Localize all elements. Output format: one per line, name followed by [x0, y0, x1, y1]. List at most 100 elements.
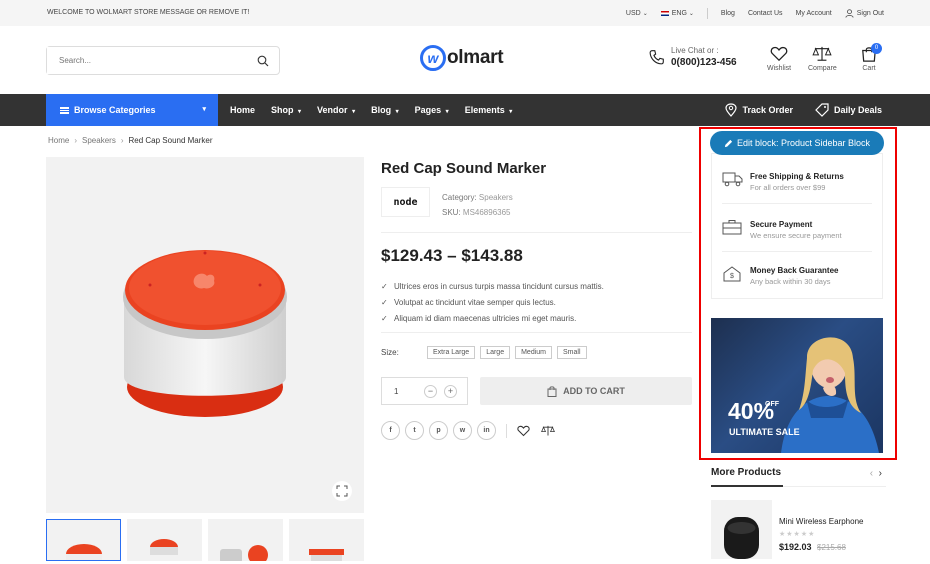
pinterest-icon[interactable]: p	[429, 421, 448, 440]
live-chat[interactable]: Live Chat or : 0(800)123-456	[648, 46, 737, 68]
currency-selector[interactable]: USD ⌄	[626, 10, 648, 17]
phone-number: 0(800)123-456	[671, 57, 737, 68]
breadcrumb-separator: ›	[120, 136, 124, 145]
breadcrumb: Home › Speakers › Red Cap Sound Marker	[48, 136, 213, 145]
edit-block-button[interactable]: Edit block: Product Sidebar Block	[710, 131, 884, 155]
add-to-cart-button[interactable]: ADD TO CART	[480, 377, 692, 405]
site-logo[interactable]: w olmart	[420, 45, 504, 71]
chevron-down-icon: ▾	[202, 106, 206, 113]
thumbnail-4[interactable]	[289, 519, 364, 561]
social-share: f t p w in	[381, 421, 555, 440]
facebook-icon[interactable]: f	[381, 421, 400, 440]
wishlist-button[interactable]: Wishlist	[767, 46, 791, 72]
quantity-increase-button[interactable]: +	[444, 385, 457, 398]
language-selector[interactable]: ENG ⌄	[660, 10, 694, 17]
cart-button[interactable]: 0 Cart	[860, 43, 882, 72]
feature-item: ✓ Ultrices eros in cursus turpis massa ti…	[381, 278, 604, 294]
truck-icon	[722, 172, 743, 187]
my-account-link[interactable]: My Account	[796, 10, 832, 17]
product-thumbnail[interactable]	[711, 500, 772, 559]
compare-label: Compare	[808, 65, 837, 72]
browse-categories-button[interactable]: Browse Categories ▾	[46, 94, 218, 126]
feature-text: Aliquam id diam maecenas ultricies mi eg…	[394, 313, 577, 323]
chevron-down-icon: ▾	[298, 109, 302, 115]
thumbnail-1[interactable]	[46, 519, 121, 561]
nav-vendor-label: Vendor	[317, 105, 348, 115]
size-option-small[interactable]: Small	[557, 346, 587, 359]
whatsapp-icon[interactable]: w	[453, 421, 472, 440]
compare-scale-icon[interactable]	[541, 425, 555, 437]
quantity-decrease-button[interactable]: −	[424, 385, 437, 398]
size-selector: Size: Extra Large Large Medium Small	[381, 346, 592, 359]
cart-count-badge: 0	[871, 43, 882, 54]
product-main-image[interactable]	[46, 157, 364, 513]
track-order-label: Track Order	[742, 105, 793, 115]
sku-value: MS46896365	[462, 208, 511, 217]
twitter-icon[interactable]: t	[405, 421, 424, 440]
product-name[interactable]: Mini Wireless Earphone	[779, 517, 863, 526]
nav-elements-label: Elements	[464, 105, 505, 115]
nav-shop-label: Shop	[271, 105, 294, 115]
sign-out-link[interactable]: Sign Out	[845, 9, 884, 18]
quantity-input[interactable]: 1	[394, 387, 398, 396]
size-label: Size:	[381, 348, 399, 357]
divider	[706, 8, 708, 19]
more-products-title: More Products	[711, 467, 782, 478]
heart-icon[interactable]	[517, 425, 530, 437]
top-bar: WELCOME TO WOLMART STORE MESSAGE OR REMO…	[0, 0, 930, 26]
blog-link[interactable]: Blog	[721, 10, 735, 17]
nav-shop[interactable]: Shop ▾	[271, 105, 301, 115]
divider	[381, 232, 692, 233]
divider	[381, 332, 692, 333]
nav-elements[interactable]: Elements ▾	[465, 105, 513, 115]
product-old-price: $215.68	[817, 543, 846, 552]
chevron-left-icon[interactable]: ‹	[870, 468, 873, 479]
uk-flag-icon	[660, 10, 669, 16]
banner-off: OFF	[765, 401, 779, 408]
daily-deals-link[interactable]: Daily Deals	[815, 103, 882, 117]
nav-vendor[interactable]: Vendor ▾	[317, 105, 355, 115]
divider	[506, 423, 507, 438]
service-item: Free Shipping & Returns For all orders ov…	[722, 160, 872, 204]
banner-sale-text: ULTIMATE SALE	[729, 427, 800, 437]
search-icon[interactable]	[257, 55, 269, 67]
size-option-medium[interactable]: Medium	[515, 346, 552, 359]
promo-banner[interactable]: 40% OFF ULTIMATE SALE	[711, 318, 883, 453]
chevron-right-icon[interactable]: ›	[879, 468, 882, 479]
browse-categories-label: Browse Categories	[74, 105, 156, 115]
nav-home[interactable]: Home	[230, 105, 255, 115]
nav-blog[interactable]: Blog ▾	[371, 105, 399, 115]
contact-link[interactable]: Contact Us	[748, 10, 783, 17]
bag-icon	[547, 385, 557, 397]
size-option-extra-large[interactable]: Extra Large	[427, 346, 476, 359]
nav-pages[interactable]: Pages ▾	[415, 105, 449, 115]
search-input[interactable]	[47, 47, 247, 74]
quantity-stepper: 1 − +	[381, 377, 468, 405]
thumbnail-speaker-image	[66, 544, 102, 560]
expand-icon	[336, 485, 348, 497]
live-chat-label: Live Chat or :	[671, 46, 719, 55]
track-order-link[interactable]: Track Order	[725, 103, 793, 117]
svg-text:$: $	[730, 273, 734, 280]
more-product-item[interactable]: Mini Wireless Earphone ★★★★★ $192.03 $21…	[711, 500, 886, 560]
zoom-button[interactable]	[332, 481, 352, 501]
currency-label: USD	[625, 10, 641, 17]
title-underline	[711, 485, 783, 487]
thumbnail-3[interactable]	[208, 519, 283, 561]
product-price: $192.03	[779, 542, 812, 552]
breadcrumb-speakers[interactable]: Speakers	[82, 136, 116, 145]
compare-button[interactable]: Compare	[808, 46, 837, 72]
nav-pages-label: Pages	[414, 105, 442, 115]
daily-deals-label: Daily Deals	[833, 105, 882, 115]
brand-logo[interactable]: node	[381, 187, 430, 217]
size-option-large[interactable]: Large	[480, 346, 511, 359]
sku-label: SKU:	[442, 208, 461, 217]
main-nav: Browse Categories ▾ Home Shop ▾ Vendor ▾…	[0, 94, 930, 126]
chevron-down-icon: ▾	[445, 109, 449, 115]
breadcrumb-separator: ›	[74, 136, 78, 145]
thumbnail-2[interactable]	[127, 519, 202, 561]
category-link[interactable]: Speakers	[479, 193, 513, 202]
service-subtitle: Any back within 30 days	[750, 277, 831, 286]
linkedin-icon[interactable]: in	[477, 421, 496, 440]
breadcrumb-home[interactable]: Home	[48, 136, 69, 145]
